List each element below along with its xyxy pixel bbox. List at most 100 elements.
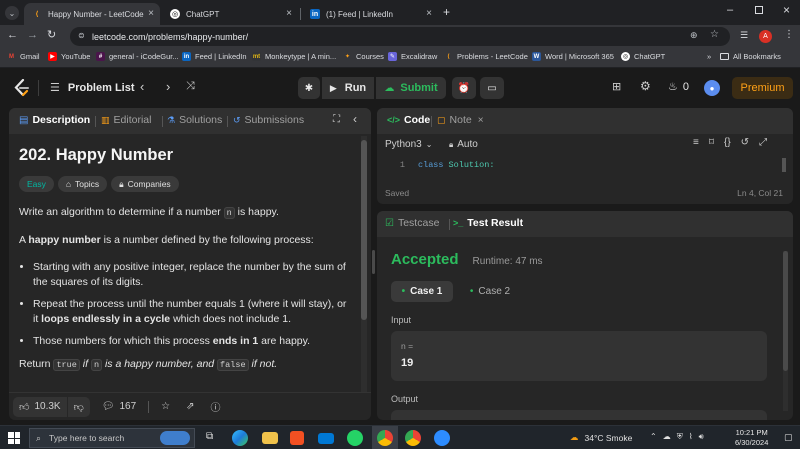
close-tab-icon[interactable]: ×: [286, 8, 292, 19]
bookmark-courses[interactable]: ✦ Courses: [343, 52, 384, 61]
bookmark-gmail[interactable]: M Gmail: [7, 52, 40, 61]
forward-icon[interactable]: →: [27, 29, 38, 41]
share-icon[interactable]: ⇗: [186, 401, 194, 412]
microsoft-store-icon[interactable]: [290, 431, 304, 445]
star-icon[interactable]: ☆: [161, 401, 170, 412]
layout-icon[interactable]: ⊞: [612, 80, 621, 93]
braces-icon[interactable]: {}: [724, 137, 731, 148]
bookmark-star-icon[interactable]: ☆: [710, 29, 719, 40]
windows-start-icon[interactable]: [8, 432, 20, 444]
minimize-icon[interactable]: –: [727, 4, 733, 16]
premium-button[interactable]: Premium: [732, 77, 793, 99]
bookmark-icon[interactable]: ⌑: [709, 137, 714, 148]
chevron-up-icon[interactable]: ⌃: [650, 432, 657, 442]
autocomplete-mode[interactable]: 🔒︎ Auto: [449, 139, 478, 150]
close-tab-icon[interactable]: ×: [148, 8, 154, 19]
tab-test-result[interactable]: >_ Test Result: [453, 217, 523, 229]
taskbar-search-box[interactable]: ⌕ Type here to search: [29, 428, 195, 448]
browser-menu-icon[interactable]: ⋮: [784, 29, 794, 40]
zoom-app-icon[interactable]: [434, 430, 450, 446]
back-icon[interactable]: ←: [7, 29, 18, 41]
timer-button[interactable]: ⏰: [452, 77, 476, 99]
bookmark-excalidraw[interactable]: ✎ Excalidraw: [388, 52, 437, 61]
close-tab-icon[interactable]: ×: [426, 8, 432, 19]
scrollbar-thumb[interactable]: [783, 251, 788, 371]
mail-icon[interactable]: [318, 433, 334, 444]
dislike-button[interactable]: 👎︎: [67, 396, 90, 417]
chrome-icon[interactable]: [377, 430, 393, 446]
chrome-profile-icon[interactable]: [405, 430, 421, 446]
help-icon[interactable]: ⓘ: [211, 399, 221, 414]
result-scrollbar[interactable]: [783, 251, 788, 411]
close-tab-icon[interactable]: ×: [478, 115, 484, 126]
clock[interactable]: 10:21 PM 6/30/2024: [735, 428, 768, 448]
zoom-icon[interactable]: ⊕: [690, 30, 698, 41]
task-view-icon[interactable]: ⧉: [206, 431, 213, 442]
tab-editorial[interactable]: ▥ Editorial: [101, 114, 151, 126]
collapse-panel-icon[interactable]: ‹: [353, 112, 357, 126]
scrollbar-thumb[interactable]: [361, 140, 367, 320]
user-avatar[interactable]: ●: [704, 80, 720, 96]
code-line[interactable]: 1 class Solution:: [377, 160, 787, 170]
format-icon[interactable]: ≡: [693, 137, 699, 148]
bookmark-chatgpt[interactable]: ◎ ChatGPT: [621, 52, 665, 61]
file-explorer-icon[interactable]: [262, 432, 278, 444]
difficulty-badge[interactable]: Easy: [19, 176, 54, 192]
streak-counter[interactable]: ♨ 0: [668, 80, 689, 94]
bookmark-linkedin[interactable]: in Feed | LinkedIn: [182, 52, 247, 61]
bookmark-leetcode[interactable]: ⟨ Problems - LeetCode: [444, 52, 528, 61]
network-icon[interactable]: ⌇: [689, 432, 693, 442]
bookmark-monkeytype[interactable]: mt Monkeytype | A min...: [252, 52, 336, 61]
problem-list-button[interactable]: ☰ Problem List: [50, 81, 135, 95]
run-button[interactable]: ▶ Run: [322, 77, 374, 99]
expand-icon[interactable]: ⤢: [759, 137, 767, 148]
topics-chip[interactable]: ⌂ Topics: [57, 176, 108, 192]
browser-tab-leetcode[interactable]: ⟨ Happy Number - LeetCode ×: [24, 3, 160, 25]
leetcode-logo[interactable]: [14, 79, 30, 97]
comments-button[interactable]: 💬︎ 167: [102, 401, 136, 412]
volume-icon[interactable]: 🔊︎: [699, 432, 704, 442]
case-tab-2[interactable]: • Case 2: [459, 281, 521, 302]
restore-icon[interactable]: [755, 6, 763, 14]
tab-note[interactable]: ▢ Note ×: [437, 114, 484, 126]
notes-button[interactable]: ▭: [480, 77, 504, 99]
address-bar[interactable]: ⊜ leetcode.com/problems/happy-number/ ⊕ …: [70, 27, 730, 46]
extensions-icon[interactable]: ☰: [740, 30, 748, 41]
maximize-panel-icon[interactable]: ⛶: [333, 114, 340, 125]
language-select[interactable]: Python3 ⌄: [385, 139, 432, 150]
notifications-icon[interactable]: ▢: [784, 432, 793, 443]
onedrive-icon[interactable]: ☁: [663, 432, 671, 442]
companies-chip[interactable]: 🔒︎ Companies: [111, 176, 179, 192]
browser-tab-linkedin[interactable]: in (1) Feed | LinkedIn ×: [302, 3, 438, 25]
shuffle-icon[interactable]: ⤨: [186, 80, 195, 93]
new-tab-button[interactable]: +: [443, 5, 450, 19]
more-bookmarks-button[interactable]: »: [707, 52, 711, 61]
bookmark-word[interactable]: W Word | Microsoft 365: [532, 52, 614, 61]
vertical-pane-resizer[interactable]: [372, 250, 375, 274]
tab-submissions[interactable]: ↺ Submissions: [233, 114, 304, 126]
site-info-icon[interactable]: ⊜: [78, 31, 85, 40]
bookmark-youtube[interactable]: ▶ YouTube: [48, 52, 90, 61]
settings-gear-icon[interactable]: ⚙: [640, 79, 651, 93]
tab-solutions[interactable]: ⚗ Solutions: [167, 114, 222, 126]
prev-problem-icon[interactable]: ‹: [140, 79, 144, 94]
scrollbar[interactable]: [361, 136, 367, 392]
tab-search-button[interactable]: ⌄: [5, 6, 19, 20]
case-tab-1[interactable]: • Case 1: [391, 281, 453, 302]
bookmark-slack[interactable]: # general - iCodeGur...: [96, 52, 179, 61]
next-problem-icon[interactable]: ›: [166, 79, 170, 94]
weather-widget[interactable]: ☁ 34°C Smoke: [570, 432, 632, 443]
whatsapp-icon[interactable]: [347, 430, 363, 446]
profile-avatar[interactable]: A: [759, 30, 772, 43]
submit-button[interactable]: ☁ Submit: [376, 77, 446, 99]
browser-tab-chatgpt[interactable]: ◎ ChatGPT ×: [162, 3, 298, 25]
security-icon[interactable]: ⛨: [677, 432, 683, 442]
reset-icon[interactable]: ↺: [741, 137, 749, 148]
like-button[interactable]: 👍︎ 10.3K: [13, 396, 67, 417]
tab-testcase[interactable]: ☑ Testcase: [385, 217, 439, 229]
tab-description[interactable]: ▤ Description: [19, 114, 90, 126]
editor-scrollbar[interactable]: [782, 158, 786, 172]
debug-button[interactable]: ✱: [298, 77, 320, 99]
close-window-icon[interactable]: ×: [783, 3, 790, 17]
all-bookmarks-button[interactable]: All Bookmarks: [720, 52, 781, 61]
